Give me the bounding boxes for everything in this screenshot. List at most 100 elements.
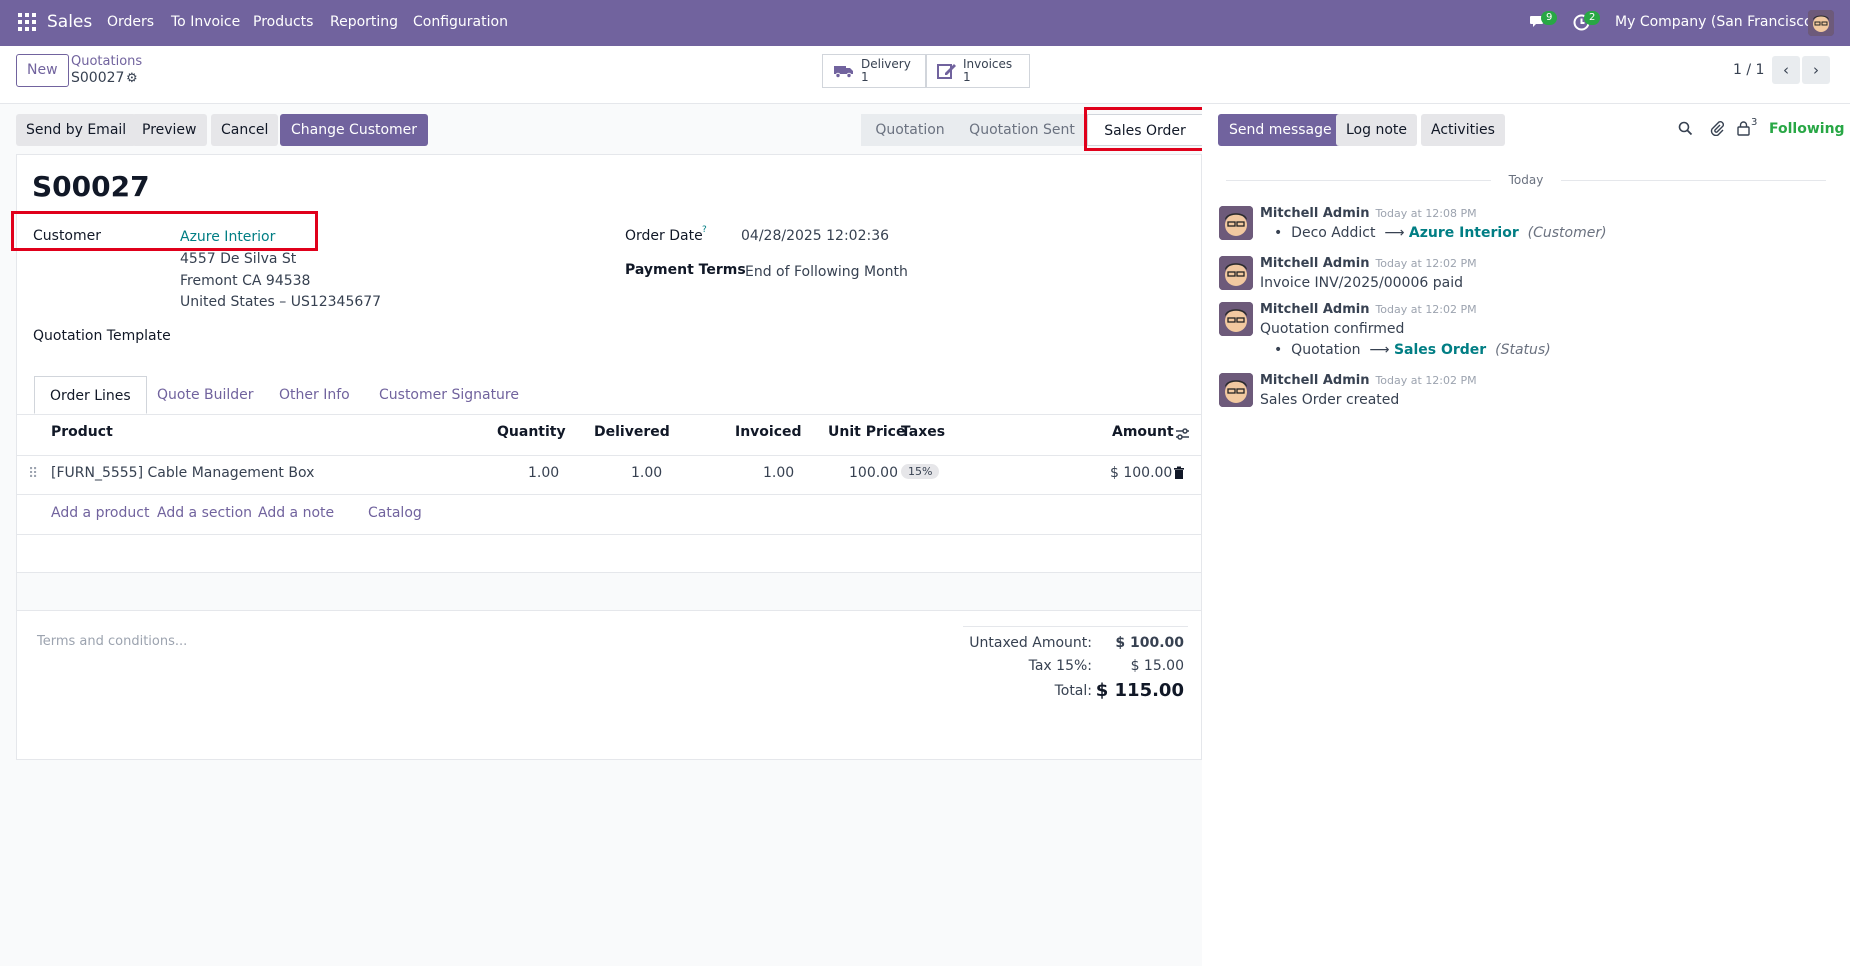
invoices-count: 1 (963, 70, 971, 84)
payment-terms-value[interactable]: End of Following Month (745, 264, 908, 280)
line-product[interactable]: [FURN_5555] Cable Management Box (51, 465, 314, 481)
drag-handle-icon[interactable]: ⠿ (28, 466, 38, 482)
trash-icon[interactable] (1173, 466, 1185, 480)
message-avatar[interactable] (1219, 256, 1253, 290)
col-taxes[interactable]: Taxes (901, 424, 945, 440)
col-amount[interactable]: Amount (1112, 424, 1174, 440)
pager-value[interactable]: 1 / 1 (1733, 62, 1764, 78)
tab-customer-signature[interactable]: Customer Signature (364, 376, 534, 414)
app-title[interactable]: Sales (47, 12, 92, 32)
message-author[interactable]: Mitchell Admin Today at 12:02 PM (1260, 302, 1477, 317)
line-unit-price[interactable]: 100.00 (849, 465, 898, 481)
send-message-button[interactable]: Send message (1218, 114, 1343, 146)
truck-icon (834, 66, 853, 79)
pager-previous-icon[interactable]: ‹ (1772, 56, 1800, 84)
breadcrumb-quotations[interactable]: Quotations (71, 54, 142, 69)
followers-lock-icon[interactable] (1737, 121, 1750, 136)
col-invoiced[interactable]: Invoiced (735, 424, 802, 440)
catalog-link[interactable]: Catalog (368, 505, 422, 521)
message-avatar[interactable] (1219, 206, 1253, 240)
totals-divider (963, 626, 1188, 627)
payment-terms-label: Payment Terms (625, 262, 746, 278)
menu-products[interactable]: Products (253, 14, 313, 30)
gear-icon[interactable]: ⚙ (126, 71, 138, 86)
menu-configuration[interactable]: Configuration (413, 14, 508, 30)
total-label: Total: (1054, 683, 1092, 699)
col-delivered[interactable]: Delivered (594, 424, 670, 440)
following-button[interactable]: Following (1769, 121, 1845, 137)
line-delivered[interactable]: 1.00 (631, 465, 662, 481)
column-settings-icon[interactable] (1175, 427, 1190, 441)
menu-reporting[interactable]: Reporting (330, 14, 398, 30)
empty-row (17, 573, 1201, 610)
message-body: Sales Order created (1260, 392, 1400, 408)
line-amount: $ 100.00 (1110, 465, 1173, 481)
breadcrumb-current: S00027 (71, 70, 125, 86)
menu-orders[interactable]: Orders (107, 14, 154, 30)
pager-next-icon[interactable]: › (1802, 56, 1830, 84)
line-tax-badge[interactable]: 15% (901, 464, 940, 479)
tax-label: Tax 15%: (1028, 658, 1092, 674)
activities-badge: 2 (1584, 11, 1601, 25)
col-product[interactable]: Product (51, 424, 113, 440)
followers-count: 3 (1751, 117, 1758, 128)
tabs-divider (17, 414, 1201, 415)
user-avatar[interactable] (1808, 10, 1834, 36)
edit-invoice-icon (937, 64, 956, 79)
app-grid-icon[interactable] (18, 13, 36, 31)
order-date-value[interactable]: 04/28/2025 12:02:36 (741, 228, 889, 244)
log-note-button[interactable]: Log note (1336, 114, 1417, 146)
messages-badge: 9 (1541, 11, 1558, 25)
paperclip-icon[interactable] (1709, 120, 1724, 136)
message-avatar[interactable] (1219, 373, 1253, 407)
menu-to-invoice[interactable]: To Invoice (171, 14, 240, 30)
delivery-smart-button[interactable]: Delivery 1 (822, 54, 926, 88)
header-divider (17, 455, 1201, 456)
message-avatar[interactable] (1219, 302, 1253, 336)
tab-quote-builder[interactable]: Quote Builder (142, 376, 269, 414)
customer-address-country: United States – US12345677 (180, 294, 382, 310)
message-author[interactable]: Mitchell Admin Today at 12:02 PM (1260, 373, 1477, 388)
tab-other-info[interactable]: Other Info (264, 376, 365, 414)
preview-button[interactable]: Preview (132, 114, 207, 146)
activities-button[interactable]: Activities (1421, 114, 1505, 146)
customer-address-street: 4557 De Silva St (180, 251, 297, 267)
message-author[interactable]: Mitchell Admin Today at 12:02 PM (1260, 256, 1477, 271)
new-button[interactable]: New (16, 54, 69, 87)
terms-conditions-input[interactable]: Terms and conditions... (37, 634, 187, 649)
row-divider-2 (17, 534, 1201, 535)
tracking-change: • Deco Addict ⟶ Azure Interior (Customer… (1274, 225, 1607, 241)
line-quantity[interactable]: 1.00 (528, 465, 559, 481)
invoices-smart-button[interactable]: Invoices 1 (926, 54, 1030, 88)
row-divider-4 (17, 610, 1201, 611)
change-customer-button[interactable]: Change Customer (280, 114, 429, 146)
order-date-label: Order Date (625, 228, 703, 244)
add-product-link[interactable]: Add a product (51, 505, 149, 521)
col-unit-price[interactable]: Unit Price (828, 424, 905, 440)
untaxed-value: $ 100.00 (1115, 635, 1184, 651)
quotation-template-label: Quotation Template (33, 328, 171, 344)
line-invoiced[interactable]: 1.00 (763, 465, 794, 481)
tab-order-lines[interactable]: Order Lines (34, 376, 147, 414)
tracking-change: • Quotation ⟶ Sales Order (Status) (1274, 342, 1551, 358)
delivery-count: 1 (861, 70, 869, 84)
send-by-email-button[interactable]: Send by Email (16, 114, 137, 146)
cancel-button[interactable]: Cancel (211, 114, 279, 146)
order-date-help-icon[interactable]: ? (702, 225, 707, 235)
add-section-link[interactable]: Add a section (157, 505, 252, 521)
company-switcher[interactable]: My Company (San Francisco) (1615, 14, 1818, 30)
add-note-link[interactable]: Add a note (258, 505, 334, 521)
today-separator: Today (1226, 173, 1826, 187)
highlight-sales-order (1084, 107, 1206, 151)
highlight-customer (11, 211, 318, 251)
col-quantity[interactable]: Quantity (497, 424, 566, 440)
tax-value: $ 15.00 (1130, 658, 1184, 674)
message-author[interactable]: Mitchell Admin Today at 12:08 PM (1260, 206, 1477, 221)
search-icon[interactable] (1678, 121, 1693, 136)
customer-address-city: Fremont CA 94538 (180, 273, 311, 289)
order-title: S00027 (32, 170, 150, 203)
status-quotation[interactable]: Quotation (861, 114, 959, 146)
control-panel: New Quotations S00027 ⚙ Delivery 1 Invoi… (0, 46, 1850, 104)
total-value: $ 115.00 (1095, 680, 1184, 701)
status-quotation-sent[interactable]: Quotation Sent (959, 114, 1085, 146)
